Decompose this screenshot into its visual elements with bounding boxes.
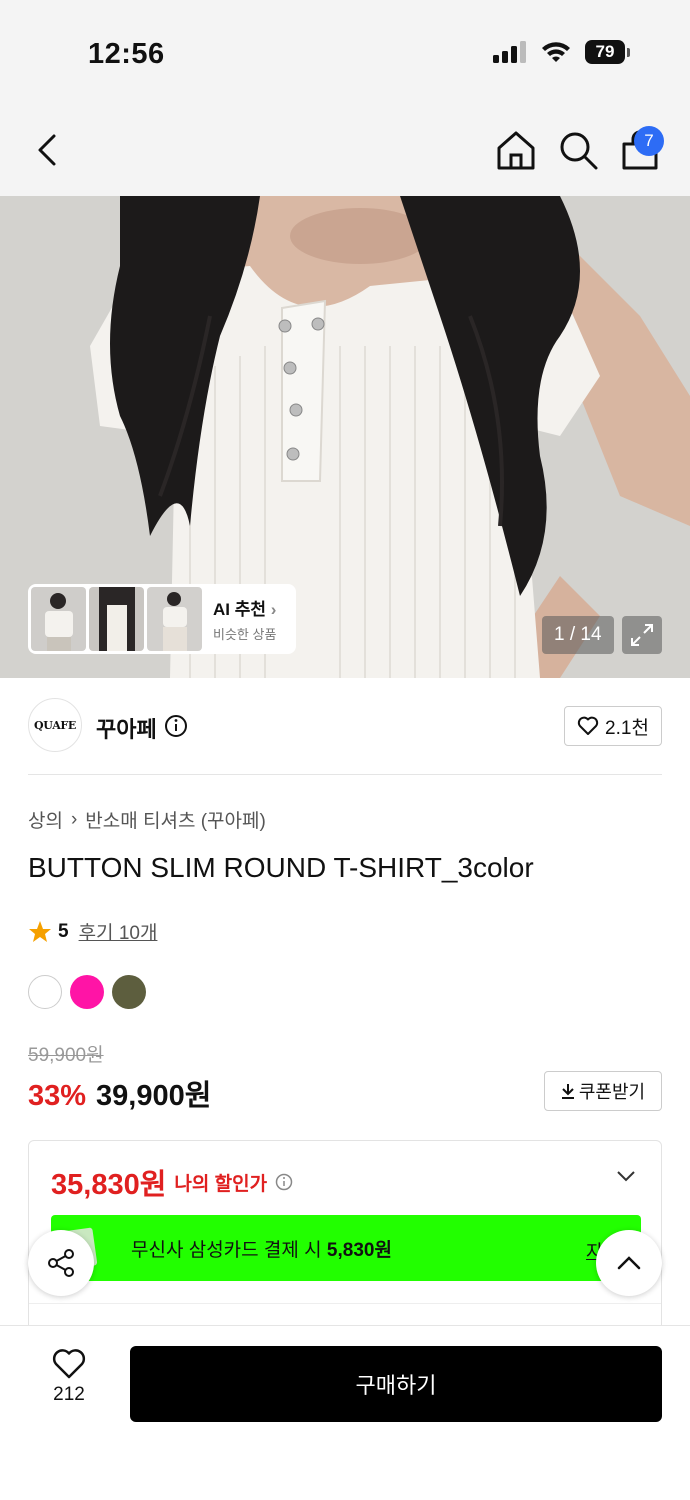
divider (29, 1303, 661, 1304)
heart-icon (52, 1349, 86, 1379)
product-like-button[interactable]: 212 (28, 1348, 110, 1424)
price-row: 33% 39,900원 (28, 1072, 211, 1114)
my-price-label: 나의 할인가 (174, 1173, 268, 1195)
status-bar: 12:56 79 (0, 0, 690, 100)
top-navigation (0, 100, 690, 196)
ai-recommendation-card[interactable]: AI 추천 › 비슷한 상품 (28, 584, 296, 654)
status-icons: 79 (493, 40, 630, 64)
card-promo-text: 무신사 삼성카드 결제 시 5,830원 (131, 1239, 392, 1261)
chevron-up-icon (617, 1256, 641, 1270)
rating-score: 5 (58, 920, 69, 942)
discount-rate: 33% (28, 1080, 87, 1112)
brand-like-count: 2.1천 (605, 717, 649, 739)
brand-name[interactable]: 꾸아페 (96, 712, 157, 744)
brand-logo[interactable]: QUAFE (28, 698, 82, 752)
ai-recommendation-subtitle: 비슷한 상품 (213, 627, 277, 642)
breadcrumb-item[interactable]: 반소매 티셔츠 (꾸아페) (85, 806, 266, 833)
bottom-action-bar: 212 구매하기 (0, 1325, 690, 1500)
share-button[interactable] (28, 1230, 94, 1296)
product-like-count: 212 (53, 1384, 85, 1405)
color-swatch-pink[interactable] (70, 975, 104, 1009)
my-price-value: 35,830원 (51, 1169, 167, 1201)
cart-count-badge: 7 (634, 126, 664, 156)
search-icon[interactable] (556, 128, 600, 172)
chevron-right-icon: › (270, 600, 277, 619)
ai-thumbnail-1[interactable] (31, 587, 86, 651)
discount-benefit-box: 35,830원 나의 할인가 무신사 삼성카드 결제 시 5,830원 자세 (28, 1140, 662, 1340)
coupon-button[interactable]: 쿠폰받기 (544, 1071, 662, 1111)
review-link[interactable]: 후기 10개 (79, 918, 158, 945)
star-icon (29, 920, 51, 942)
ai-recommendation-text[interactable]: AI 추천 › 비슷한 상품 (213, 595, 276, 643)
breadcrumb-item[interactable]: 상의 (28, 806, 63, 833)
color-swatches (28, 975, 146, 1009)
expand-icon (631, 624, 653, 646)
wifi-icon (542, 42, 570, 62)
home-icon[interactable] (494, 128, 538, 172)
heart-icon (577, 716, 599, 735)
card-promo-banner[interactable]: 무신사 삼성카드 결제 시 5,830원 자세 (51, 1215, 641, 1281)
ai-thumbnail-2[interactable] (89, 587, 144, 651)
color-swatch-olive[interactable] (112, 975, 146, 1009)
info-icon[interactable] (164, 714, 188, 738)
battery-level: 79 (585, 40, 625, 64)
product-image[interactable]: AI 추천 › 비슷한 상품 1 / 14 (0, 196, 690, 678)
coupon-label: 쿠폰받기 (578, 1082, 646, 1102)
image-page-indicator: 1 / 14 (542, 616, 614, 654)
signal-icon (493, 41, 526, 63)
buy-button[interactable]: 구매하기 (130, 1346, 662, 1422)
brand-row: QUAFE 꾸아페 2.1천 (28, 698, 662, 754)
sale-price: 39,900원 (96, 1080, 212, 1112)
expand-image-button[interactable] (622, 616, 662, 654)
breadcrumb: 상의 › 반소매 티셔츠 (꾸아페) (28, 806, 266, 833)
scroll-top-button[interactable] (596, 1230, 662, 1296)
download-icon (561, 1084, 574, 1099)
chevron-right-icon: › (70, 808, 78, 830)
original-price: 59,900원 (28, 1045, 104, 1066)
back-arrow-icon[interactable] (28, 128, 68, 172)
share-icon (48, 1249, 74, 1277)
ai-thumbnail-3[interactable] (147, 587, 202, 651)
product-title: BUTTON SLIM ROUND T-SHIRT_3color (28, 852, 534, 883)
color-swatch-white[interactable] (28, 975, 62, 1009)
info-icon[interactable] (275, 1173, 293, 1191)
chevron-down-icon[interactable] (615, 1169, 637, 1183)
battery-icon: 79 (585, 40, 630, 64)
my-discount-price[interactable]: 35,830원 나의 할인가 (51, 1161, 293, 1203)
status-time: 12:56 (88, 38, 165, 70)
brand-like-button[interactable]: 2.1천 (564, 706, 662, 746)
divider (28, 774, 662, 775)
ai-recommendation-title: AI 추천 (213, 600, 267, 619)
rating: 5 후기 10개 (28, 918, 157, 945)
